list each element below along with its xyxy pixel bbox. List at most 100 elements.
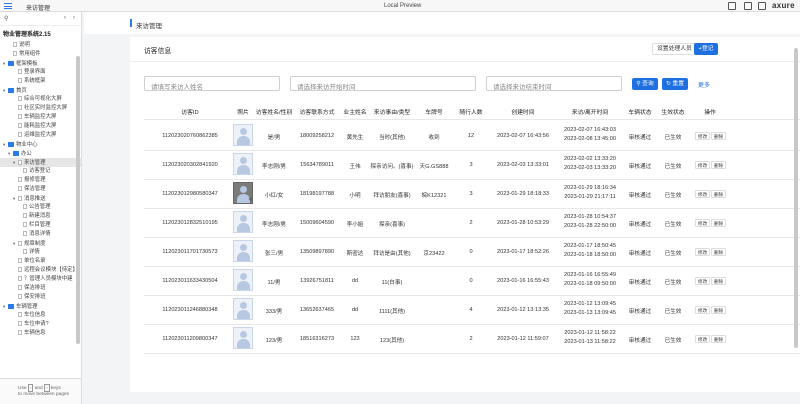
sidebar-item-31[interactable]: 车位申请? — [0, 320, 81, 329]
notes-icon[interactable] — [744, 2, 752, 10]
edit-button[interactable]: 修改 — [695, 305, 711, 314]
page-icon — [18, 131, 22, 137]
delete-button[interactable]: 删除 — [711, 276, 727, 285]
cell-id: 112023012980580347 — [162, 190, 218, 197]
sidebar-item-7[interactable]: 社区实时监控大屏 — [0, 104, 81, 113]
delete-button[interactable]: 删除 — [711, 218, 727, 227]
sidebar-item-3[interactable]: 登录界面 — [0, 68, 81, 77]
expand-right-icon[interactable]: › — [73, 15, 75, 21]
edit-button[interactable]: 修改 — [695, 160, 711, 169]
sidebar-item-14[interactable]: 访客登记 — [0, 167, 81, 176]
query-button[interactable]: ⚲ 查询 — [632, 78, 658, 90]
sidebar-item-8[interactable]: 车辆监控大屏 — [0, 113, 81, 122]
settings-handler-button[interactable]: 设置处理人员 — [652, 43, 697, 55]
page-icon — [18, 311, 22, 317]
edit-button[interactable]: 修改 — [695, 276, 711, 285]
delete-button[interactable]: 删除 — [711, 160, 727, 169]
sidebar-item-19[interactable]: 新建消息 — [0, 212, 81, 221]
reset-button[interactable]: ↻ 重置 — [662, 78, 688, 90]
sidebar-item-13[interactable]: ▾ 来访管理 — [0, 158, 81, 167]
end-time-picker[interactable]: 请选择来访结束时间 — [486, 76, 622, 91]
sidebar-item-28[interactable]: 保安排班 — [0, 293, 81, 302]
sidebar-item-1[interactable]: 常用组件 — [0, 50, 81, 59]
sidebar-item-24[interactable]: 单位名录 — [0, 257, 81, 266]
visitor-photo[interactable]: ⚲ — [233, 182, 253, 204]
axure-logo: axure — [772, 1, 795, 10]
sidebar-item-label: 常用组件 — [19, 51, 41, 57]
edit-button[interactable]: 修改 — [695, 334, 711, 343]
sidebar-item-15[interactable]: 报修管理 — [0, 176, 81, 185]
folder-icon — [8, 88, 14, 93]
sidebar-item-5[interactable]: ▾ 首页 — [0, 86, 81, 95]
cell-count: 12 — [467, 132, 475, 139]
sidebar-item-12[interactable]: ▾ 办公 — [0, 149, 81, 158]
cell-count: 3 — [469, 190, 473, 197]
sidebar-item-23[interactable]: 详情 — [0, 248, 81, 257]
visitor-photo[interactable] — [233, 240, 253, 262]
sidebar-search[interactable]: ⚲ ‹ › — [0, 12, 81, 26]
delete-button[interactable]: 删除 — [711, 131, 727, 140]
cell-leave: 2023-01-13 11:58:22 — [564, 339, 616, 345]
current-page-title: 来访管理 — [26, 6, 51, 12]
sidebar-item-22[interactable]: ▾ 规章制度 — [0, 239, 81, 248]
sidebar-item-6[interactable]: 综合可视化大屏 — [0, 95, 81, 104]
folder-icon — [8, 142, 14, 147]
cell-leave: 2023-02-08 13:45:00 — [564, 136, 616, 142]
visitor-photo[interactable] — [233, 153, 253, 175]
sidebar-item-label: 报修管理 — [24, 177, 46, 183]
visitor-photo[interactable] — [233, 269, 253, 291]
sidebar-item-9[interactable]: 能耗监控大屏 — [0, 122, 81, 131]
sidebar-item-20[interactable]: 栏目管理 — [0, 221, 81, 230]
sidebar-item-2[interactable]: ▾ 框架模板 — [0, 59, 81, 68]
sidebar-scrollbar[interactable] — [76, 56, 80, 344]
sidebar-item-27[interactable]: 保洁排班 — [0, 284, 81, 293]
zoom-icon[interactable]: ⚲ — [248, 197, 252, 203]
page-icon — [18, 122, 22, 128]
device-icon[interactable] — [728, 2, 736, 10]
visitor-photo[interactable] — [233, 124, 253, 146]
visitor-photo[interactable] — [233, 327, 253, 349]
edit-button[interactable]: 修改 — [695, 131, 711, 140]
main-scrollbar[interactable] — [794, 48, 798, 348]
menu-icon[interactable] — [4, 2, 12, 10]
share-icon[interactable] — [758, 2, 766, 10]
edit-button[interactable]: 修改 — [695, 247, 711, 256]
cell-visit: 2023-02-07 16:43:03 — [564, 127, 616, 133]
sidebar-item-label: 新建消息 — [29, 213, 51, 219]
collapse-left-icon[interactable]: ‹ — [64, 15, 66, 21]
cell-count: 0 — [469, 277, 473, 284]
register-button[interactable]: +登记 — [694, 43, 718, 55]
reset-label: 重置 — [672, 81, 685, 87]
cell-created: 2023-01-16 16:55:43 — [497, 277, 549, 284]
page-icon — [18, 284, 22, 290]
search-icon[interactable]: ⚲ — [4, 15, 8, 22]
sidebar-item-32[interactable]: 车辆信息 — [0, 329, 81, 338]
delete-button[interactable]: 删除 — [711, 189, 727, 198]
sidebar-item-30[interactable]: 车位信息 — [0, 311, 81, 320]
visitor-name-input[interactable]: 请填写来访人姓名 — [144, 76, 280, 91]
sidebar-item-18[interactable]: 公告管理 — [0, 203, 81, 212]
start-time-picker[interactable]: 请选择来访开始时间 — [290, 76, 476, 91]
sidebar-item-21[interactable]: 消息详情 — [0, 230, 81, 239]
delete-button[interactable]: 删除 — [711, 334, 727, 343]
visitor-photo[interactable] — [233, 211, 253, 233]
sidebar-item-11[interactable]: ▾ 物业中心 — [0, 140, 81, 149]
sidebar-item-0[interactable]: 说明 — [0, 41, 81, 50]
sidebar-item-29[interactable]: ▾ 车辆管理 — [0, 302, 81, 311]
sidebar-item-label: 框架模板 — [16, 61, 38, 67]
sidebar-item-10[interactable]: 运维监控大屏 — [0, 131, 81, 140]
more-link[interactable]: 更多 — [698, 80, 710, 89]
visitor-photo[interactable] — [233, 298, 253, 320]
card-title: 访客信息 — [144, 48, 172, 55]
edit-button[interactable]: 修改 — [695, 218, 711, 227]
page-icon — [18, 240, 22, 246]
edit-button[interactable]: 修改 — [695, 189, 711, 198]
delete-button[interactable]: 删除 — [711, 247, 727, 256]
delete-button[interactable]: 删除 — [711, 305, 727, 314]
page-icon — [18, 104, 22, 110]
sidebar-item-17[interactable]: ▾ 消息推送 — [0, 194, 81, 203]
sidebar-item-4[interactable]: 系统框架 — [0, 77, 81, 86]
sidebar-item-25[interactable]: 远程会议模块【待定】 — [0, 266, 81, 275]
sidebar-item-16[interactable]: 保洁管理 — [0, 185, 81, 194]
sidebar-item-26[interactable]: ？管理人员模块中建 — [0, 275, 81, 284]
